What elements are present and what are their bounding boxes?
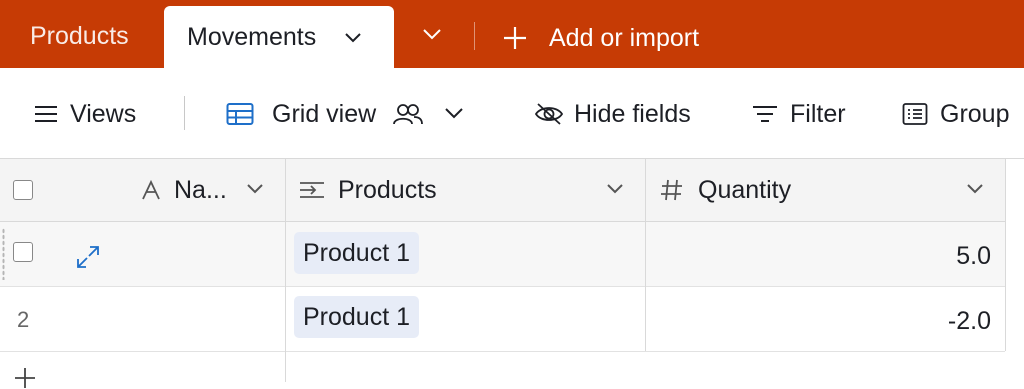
views-button[interactable]: Views <box>34 98 136 130</box>
add-or-import-button[interactable]: Add or import <box>503 22 699 54</box>
hamburger-menu-icon <box>35 106 57 122</box>
expand-record-icon[interactable] <box>76 245 100 269</box>
collaborative-view-icon <box>393 104 424 125</box>
column-quantity-label: Quantity <box>698 175 792 204</box>
drag-handle[interactable] <box>2 228 5 280</box>
add-row-plus-icon[interactable] <box>14 367 36 389</box>
tab-products[interactable]: Products <box>30 22 129 51</box>
records-grid: Na... Products Quantity Product 1 5.0 2 … <box>0 159 1024 388</box>
linked-record-icon <box>300 182 324 198</box>
quantity-cell[interactable]: -2.0 <box>948 307 991 336</box>
hide-fields-label: Hide fields <box>574 99 691 128</box>
group-label: Group <box>940 99 1010 128</box>
quantity-cell[interactable]: 5.0 <box>956 242 991 271</box>
linked-product-chip[interactable]: Product 1 <box>294 232 420 274</box>
text-field-icon <box>142 179 160 200</box>
group-icon <box>902 103 928 125</box>
chevron-down-icon[interactable] <box>444 107 464 121</box>
table-tab-bar: Products Movements Add or import <box>0 0 1024 70</box>
column-header-name[interactable]: Na... <box>140 159 227 221</box>
group-button[interactable]: Group <box>902 98 1009 130</box>
grid-header: Na... Products Quantity <box>0 159 1005 222</box>
chevron-down-icon[interactable] <box>246 183 264 195</box>
chevron-down-icon[interactable] <box>606 183 624 195</box>
grid-view-switcher[interactable]: Grid view <box>226 98 464 130</box>
tab-movements[interactable]: Movements <box>164 6 394 70</box>
grid-view-icon <box>226 103 254 125</box>
filter-icon <box>753 106 777 122</box>
toolbar-divider <box>184 96 185 130</box>
filter-label: Filter <box>790 99 846 128</box>
row-checkbox[interactable] <box>13 242 33 262</box>
tab-movements-label: Movements <box>187 23 317 51</box>
tab-divider <box>474 22 475 50</box>
add-or-import-label: Add or import <box>549 23 700 52</box>
column-header-quantity[interactable]: Quantity <box>660 159 791 221</box>
plus-icon <box>504 27 526 49</box>
grid-view-label: Grid view <box>272 99 377 128</box>
views-label: Views <box>70 99 137 128</box>
column-name-label: Na... <box>174 175 227 204</box>
view-toolbar: Views Grid view Hide fields Filter Group <box>0 68 1024 159</box>
chevron-down-icon[interactable] <box>966 183 984 195</box>
row-number: 2 <box>17 307 30 332</box>
chevron-down-icon[interactable] <box>344 32 362 44</box>
column-divider <box>285 159 286 382</box>
select-all-checkbox[interactable] <box>13 180 33 200</box>
table-row[interactable]: 2 Product 1 -2.0 <box>0 287 1005 352</box>
column-header-products[interactable]: Products <box>299 159 437 221</box>
column-divider <box>645 159 646 351</box>
eye-slash-icon <box>534 103 564 125</box>
hide-fields-button[interactable]: Hide fields <box>534 98 691 130</box>
column-divider <box>1005 159 1006 351</box>
more-tables-chevron-icon[interactable] <box>422 28 442 42</box>
filter-button[interactable]: Filter <box>752 98 846 130</box>
number-field-icon <box>661 179 682 201</box>
column-products-label: Products <box>338 175 437 204</box>
linked-product-chip[interactable]: Product 1 <box>294 296 420 338</box>
table-row[interactable]: Product 1 5.0 <box>0 222 1005 287</box>
